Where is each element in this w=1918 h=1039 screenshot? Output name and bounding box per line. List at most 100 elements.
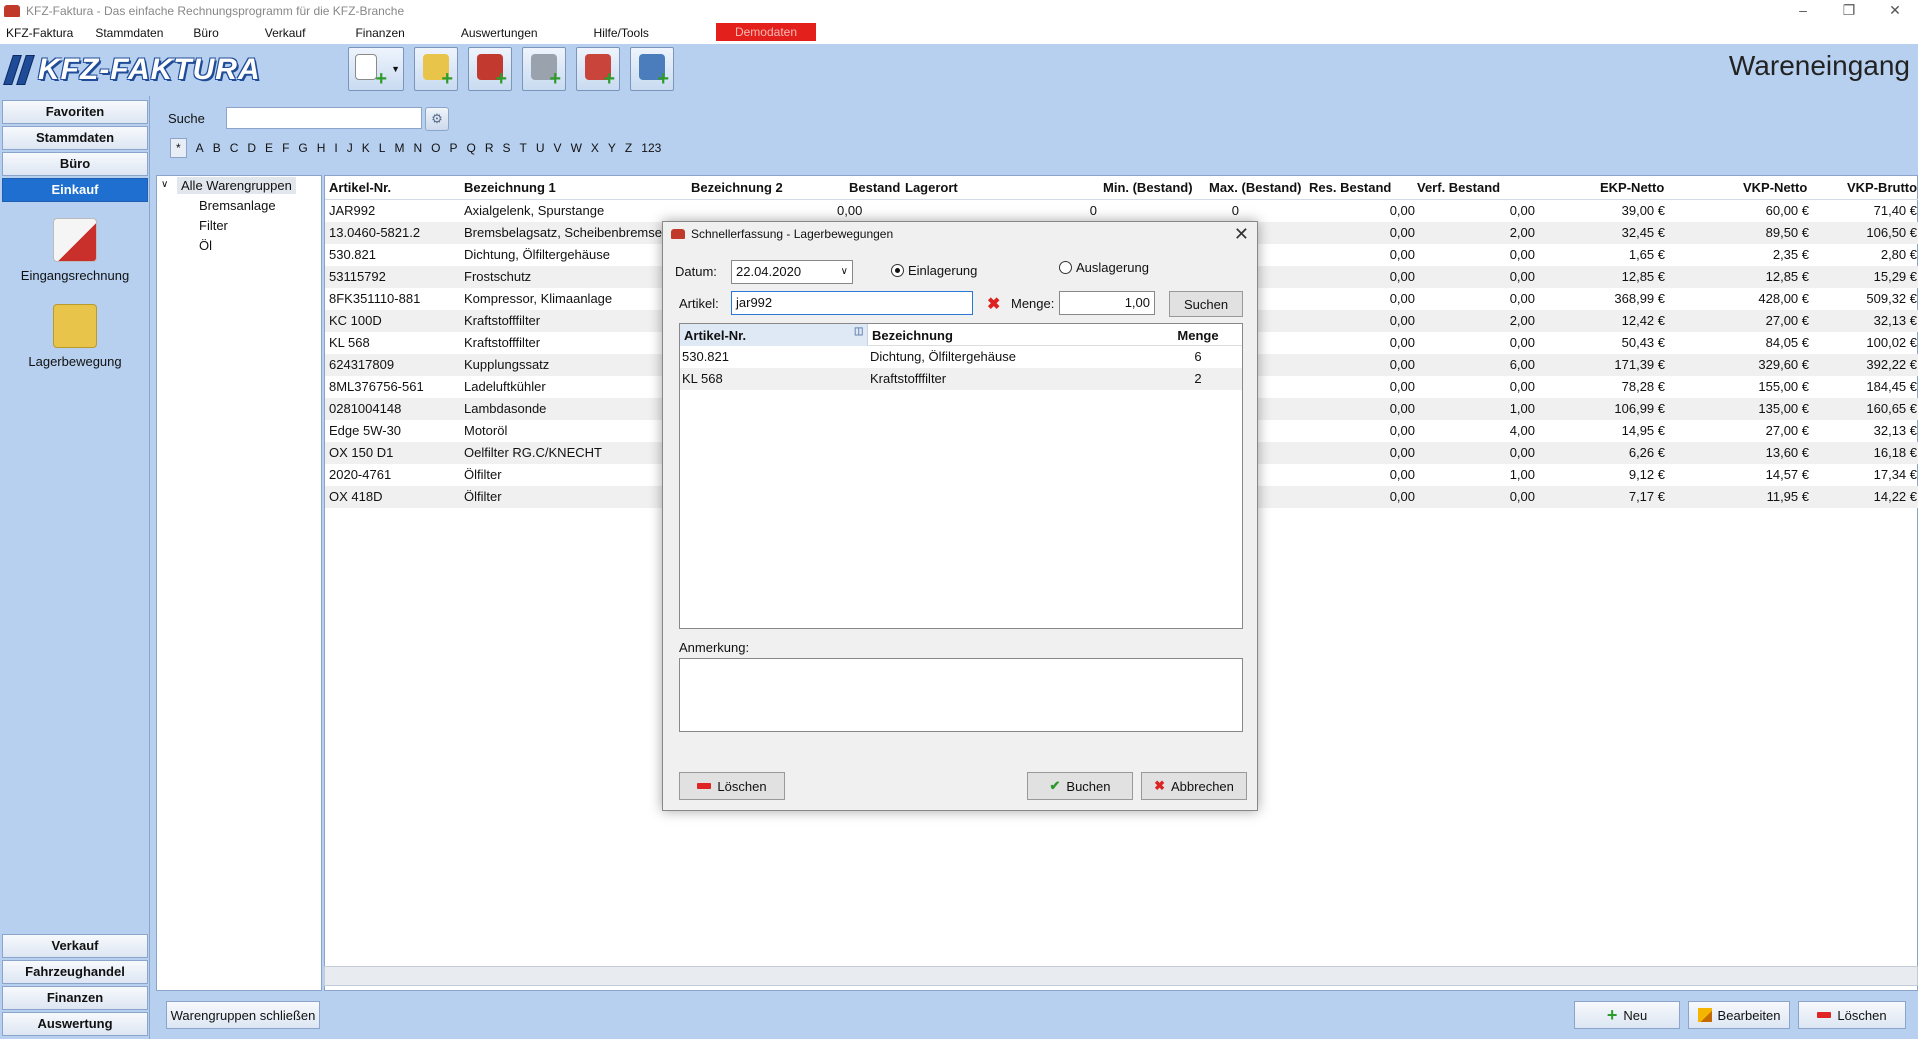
alpha-letter[interactable]: A xyxy=(196,141,204,155)
new-document-button[interactable]: + ▼ xyxy=(348,47,404,91)
col-bezeichnung-1[interactable]: Bezeichnung 1 xyxy=(464,180,556,195)
col-artikel-nr[interactable]: Artikel-Nr. xyxy=(329,180,391,195)
alpha-numbers[interactable]: 123 xyxy=(641,141,661,155)
add-part-button[interactable]: + xyxy=(522,47,566,91)
alpha-letter[interactable]: W xyxy=(571,141,582,155)
add-customer-button[interactable]: + xyxy=(414,47,458,91)
nav-eingangsrechnung[interactable]: Eingangsrechnung xyxy=(20,218,130,283)
nav-finanzen[interactable]: Finanzen xyxy=(2,986,148,1010)
search-input[interactable] xyxy=(226,107,422,129)
filter-icon[interactable]: ◫ xyxy=(854,326,863,337)
menu-auswertungen[interactable]: Auswertungen xyxy=(453,26,546,40)
alpha-letter[interactable]: D xyxy=(247,141,256,155)
col-lagerort[interactable]: Lagerort xyxy=(905,180,958,195)
dialog-close-icon[interactable]: ✕ xyxy=(1234,224,1249,245)
nav-auswertung[interactable]: Auswertung xyxy=(2,1012,148,1036)
alpha-letter[interactable]: T xyxy=(520,141,527,155)
tree-item-bremsanlage[interactable]: Bremsanlage xyxy=(199,198,276,213)
menu-hilfe-tools[interactable]: Hilfe/Tools xyxy=(586,26,657,40)
dcol-bezeichnung[interactable]: Bezeichnung xyxy=(872,328,953,343)
tree-root[interactable]: Alle Warengruppen xyxy=(177,177,296,194)
nav-fahrzeughandel[interactable]: Fahrzeughandel xyxy=(2,960,148,984)
col-max-bestand[interactable]: Max. (Bestand) xyxy=(1209,180,1301,195)
alpha-letter[interactable]: Y xyxy=(608,141,616,155)
menu-finanzen[interactable]: Finanzen xyxy=(347,26,412,40)
alpha-letter[interactable]: L xyxy=(379,141,386,155)
alpha-letter[interactable]: N xyxy=(413,141,422,155)
datum-field[interactable]: 22.04.2020 ∨ xyxy=(731,260,853,284)
search-icon[interactable]: ⚙ xyxy=(425,107,449,131)
add-vehicle-button[interactable]: + xyxy=(468,47,512,91)
alpha-letter[interactable]: E xyxy=(265,141,273,155)
delete-button[interactable]: Löschen xyxy=(1798,1001,1906,1029)
tree-item-oel[interactable]: Öl xyxy=(199,238,212,253)
nav-buero[interactable]: Büro xyxy=(2,152,148,176)
alpha-letter[interactable]: B xyxy=(213,141,221,155)
dcol-menge[interactable]: Menge xyxy=(1154,328,1242,343)
dialog-table-row[interactable]: 530.821 Dichtung, Ölfiltergehäuse 6 xyxy=(680,346,1242,368)
alpha-letter[interactable]: U xyxy=(536,141,545,155)
anmerkung-textarea[interactable] xyxy=(679,658,1243,732)
nav-einkauf[interactable]: Einkauf xyxy=(2,178,148,202)
alpha-letter[interactable]: G xyxy=(298,141,307,155)
col-vkp-brutto[interactable]: VKP-Brutto xyxy=(1847,180,1917,195)
col-ekp-netto[interactable]: EKP-Netto xyxy=(1600,180,1664,195)
nav-lagerbewegung[interactable]: Lagerbewegung xyxy=(20,304,130,369)
radio-einlagerung[interactable]: Einlagerung xyxy=(891,263,977,278)
alpha-letter[interactable]: Z xyxy=(625,141,632,155)
chevron-down-icon[interactable]: ∨ xyxy=(841,261,848,283)
col-res-bestand[interactable]: Res. Bestand xyxy=(1309,180,1391,195)
clear-artikel-icon[interactable]: ✖ xyxy=(987,294,1000,314)
alpha-letter[interactable]: X xyxy=(591,141,599,155)
dcol-artikel-nr[interactable]: Artikel-Nr. xyxy=(684,328,746,343)
chevron-down-icon[interactable]: ∨ xyxy=(161,179,168,190)
close-warengruppen-button[interactable]: Warengruppen schließen xyxy=(166,1001,320,1029)
col-bezeichnung-2[interactable]: Bezeichnung 2 xyxy=(691,180,783,195)
cell-vkp-brutto: 16,18 € xyxy=(1873,445,1917,460)
add-service-button[interactable]: + xyxy=(576,47,620,91)
alpha-letter[interactable]: R xyxy=(485,141,494,155)
menu-kfz-faktura[interactable]: KFZ-Faktura xyxy=(0,26,81,40)
edit-button[interactable]: Bearbeiten xyxy=(1688,1001,1790,1029)
dialog-result-grid: Artikel-Nr. ◫ Bezeichnung Menge 530.821 … xyxy=(679,323,1243,629)
menu-stammdaten[interactable]: Stammdaten xyxy=(87,26,171,40)
radio-auslagerung[interactable]: Auslagerung xyxy=(1059,260,1149,275)
alpha-letter[interactable]: H xyxy=(317,141,326,155)
abbrechen-button[interactable]: ✖ Abbrechen xyxy=(1141,772,1247,800)
dialog-table-row[interactable]: KL 568 Kraftstofffilter 2 xyxy=(680,368,1242,390)
alpha-letter[interactable]: P xyxy=(449,141,457,155)
nav-verkauf[interactable]: Verkauf xyxy=(2,934,148,958)
minimize-icon[interactable]: – xyxy=(1780,0,1826,22)
alpha-letter[interactable]: O xyxy=(431,141,440,155)
col-bestand[interactable]: Bestand xyxy=(849,180,900,195)
alpha-letter[interactable]: K xyxy=(362,141,370,155)
table-row[interactable]: JAR992 Axialgelenk, Spurstange 0,00 0,00 39,… xyxy=(325,200,1918,222)
nav-favoriten[interactable]: Favoriten xyxy=(2,100,148,124)
nav-stammdaten[interactable]: Stammdaten xyxy=(2,126,148,150)
alpha-letter[interactable]: J xyxy=(347,141,353,155)
col-verf-bestand[interactable]: Verf. Bestand xyxy=(1417,180,1500,195)
grid-horizontal-scrollbar[interactable] xyxy=(324,966,1918,986)
alpha-letter[interactable]: C xyxy=(230,141,239,155)
menu-buero[interactable]: Büro xyxy=(185,26,226,40)
col-vkp-netto[interactable]: VKP-Netto xyxy=(1743,180,1807,195)
menge-input[interactable]: 1,00 xyxy=(1059,291,1155,315)
restore-icon[interactable]: ❐ xyxy=(1826,0,1872,22)
alpha-letter[interactable]: I xyxy=(334,141,337,155)
artikel-input[interactable]: jar992 xyxy=(731,291,973,315)
alpha-letter[interactable]: Q xyxy=(467,141,476,155)
alpha-letter[interactable]: M xyxy=(394,141,404,155)
tree-item-filter[interactable]: Filter xyxy=(199,218,228,233)
alpha-letter[interactable]: S xyxy=(503,141,511,155)
col-min-bestand[interactable]: Min. (Bestand) xyxy=(1103,180,1193,195)
add-truck-button[interactable]: + xyxy=(630,47,674,91)
alpha-letter[interactable]: V xyxy=(554,141,562,155)
alpha-all[interactable]: * xyxy=(170,138,187,158)
close-icon[interactable]: ✕ xyxy=(1872,0,1918,22)
menu-verkauf[interactable]: Verkauf xyxy=(257,26,314,40)
buchen-button[interactable]: ✔ Buchen xyxy=(1027,772,1133,800)
new-button[interactable]: + Neu xyxy=(1574,1001,1680,1029)
alpha-letter[interactable]: F xyxy=(282,141,289,155)
suchen-button[interactable]: Suchen xyxy=(1169,291,1243,317)
dialog-delete-button[interactable]: Löschen xyxy=(679,772,785,800)
